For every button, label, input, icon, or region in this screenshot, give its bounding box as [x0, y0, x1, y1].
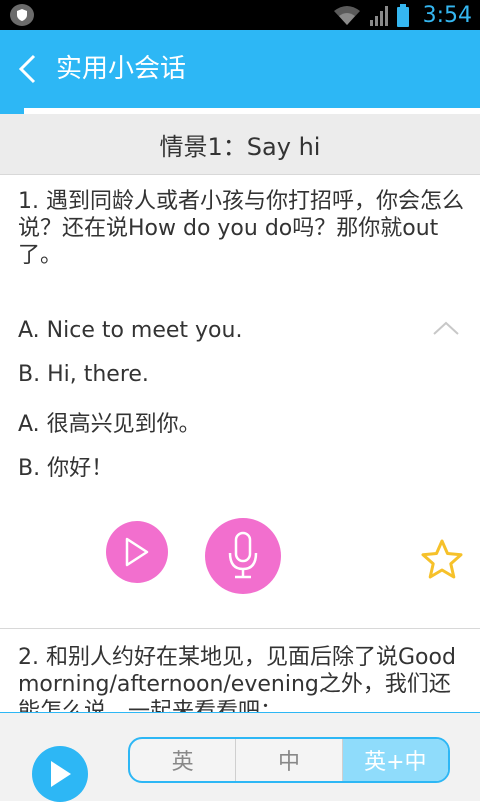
scene-title: 情景1：Say hi: [159, 132, 321, 161]
dialog-line-2: B. Hi, there.: [18, 362, 149, 387]
signal-icon: [370, 6, 388, 26]
mode-chinese[interactable]: 中: [236, 739, 343, 781]
status-clock: 3:54: [422, 3, 472, 28]
battery-icon: [397, 4, 409, 27]
favorite-star-icon[interactable]: [420, 538, 464, 582]
play-icon: [125, 537, 149, 567]
status-bar: 3:54: [0, 0, 480, 30]
dialog-line-3: A. 很高兴见到你。: [18, 412, 201, 437]
app-title: 实用小会话: [56, 54, 187, 84]
wifi-icon: [334, 6, 360, 25]
mode-english-chinese[interactable]: 英+中: [342, 739, 448, 781]
mode-english[interactable]: 英: [130, 739, 237, 781]
play-icon: [51, 761, 71, 787]
microphone-icon: [228, 531, 258, 579]
bottom-bar: 英 中 英+中: [0, 712, 480, 802]
security-shield-icon: [10, 4, 34, 26]
status-icons: [332, 4, 410, 28]
chevron-up-icon[interactable]: [430, 318, 462, 338]
app-bar: 实用小会话: [0, 30, 480, 108]
question-2-text: 2. 和别人约好在某地见，见面后除了说Good morning/afternoo…: [18, 645, 456, 712]
item-divider: [0, 628, 480, 629]
dialog-line-1: A. Nice to meet you.: [18, 318, 243, 343]
play-all-button[interactable]: [32, 746, 88, 802]
play-audio-button[interactable]: [106, 521, 168, 583]
question-1-text: 1. 遇到同龄人或者小孩与你打招呼，你会怎么说？还在说How do you do…: [18, 189, 464, 268]
back-arrow-icon[interactable]: [14, 52, 40, 86]
dialog-line-4: B. 你好！: [18, 456, 114, 481]
record-button[interactable]: [205, 518, 281, 594]
scene-header: 情景1：Say hi: [0, 114, 480, 175]
language-mode-toggle: 英 中 英+中: [128, 737, 450, 783]
